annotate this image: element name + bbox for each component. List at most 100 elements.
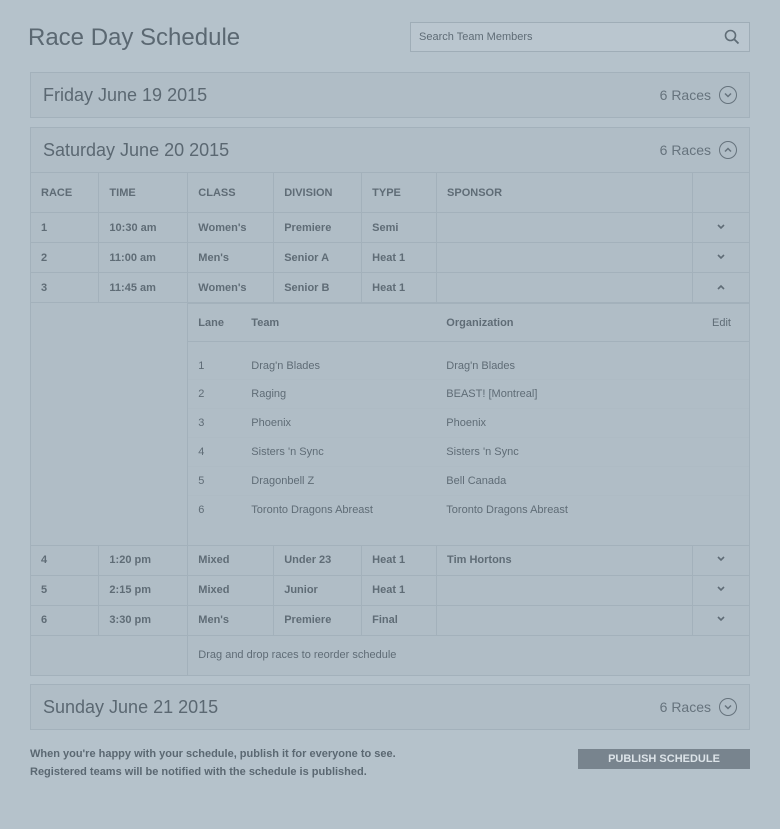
publish-instructions-line1: When you're happy with your schedule, pu…	[30, 748, 396, 760]
chevron-down-icon[interactable]	[719, 86, 737, 104]
race-number: 2	[31, 242, 99, 273]
lane-organization: Bell Canada	[436, 466, 749, 496]
publish-schedule-button[interactable]: PUBLISH SCHEDULE	[578, 749, 750, 769]
lane-team: Toronto Dragons Abreast	[241, 495, 437, 525]
chevron-down-icon[interactable]	[716, 614, 726, 626]
race-division: Senior B	[273, 272, 362, 303]
col-toggle	[691, 172, 749, 213]
chevron-up-icon[interactable]	[716, 282, 726, 294]
chevron-down-icon[interactable]	[716, 584, 726, 596]
lane-number: 3	[188, 408, 242, 438]
race-division: Under 23	[273, 544, 362, 575]
lane-row: 6 Toronto Dragons Abreast Toronto Dragon…	[188, 495, 749, 525]
race-type: Final	[361, 604, 437, 635]
race-division: Premiere	[273, 604, 362, 635]
lane-row: 1 Drag'n Blades Drag'n Blades	[188, 342, 749, 380]
race-time: 10:30 am	[98, 212, 188, 243]
race-time: 1:20 pm	[98, 544, 188, 575]
lane-team: Phoenix	[241, 408, 437, 438]
race-class: Women's	[187, 212, 274, 243]
search-input[interactable]	[411, 23, 749, 51]
race-number: 6	[31, 604, 99, 635]
race-number: 1	[31, 212, 99, 243]
race-sponsor	[436, 272, 693, 303]
lane-table: Lane Team Organization Edit 1 Drag'n Bla…	[188, 303, 749, 545]
lane-organization: BEAST! [Montreal]	[436, 379, 749, 409]
race-row[interactable]: 1 10:30 am Women's Premiere Semi	[31, 212, 749, 243]
day-title: Saturday June 20 2015	[43, 139, 230, 160]
race-sponsor	[436, 242, 693, 273]
day-title: Friday June 19 2015	[43, 84, 208, 105]
col-sponsor: SPONSOR	[436, 172, 693, 213]
day-header[interactable]: Saturday June 20 2015 6 Races	[31, 128, 749, 172]
race-row[interactable]: 3 11:45 am Women's Senior B Heat 1	[31, 272, 749, 303]
race-row[interactable]: 4 1:20 pm Mixed Under 23 Heat 1 Tim Hort…	[31, 544, 749, 575]
race-detail-row: Lane Team Organization Edit 1 Drag'n Bla…	[31, 302, 749, 545]
col-division: DIVISION	[273, 172, 362, 213]
race-count-label: 6 Races	[659, 142, 711, 158]
reorder-hint-row: Drag and drop races to reorder schedule	[31, 634, 749, 675]
lane-organization: Sisters 'n Sync	[436, 437, 749, 467]
race-class: Mixed	[187, 544, 274, 575]
search-box	[410, 22, 750, 52]
publish-instructions-line2: Registered teams will be notified with t…	[30, 766, 367, 778]
day-header[interactable]: Sunday June 21 2015 6 Races	[31, 685, 749, 729]
col-time: TIME	[98, 172, 188, 213]
col-type: TYPE	[361, 172, 437, 213]
chevron-down-icon[interactable]	[719, 698, 737, 716]
lane-row: 2 Raging BEAST! [Montreal]	[188, 379, 749, 409]
col-class: CLASS	[187, 172, 274, 213]
lane-number: 5	[188, 466, 242, 496]
race-class: Mixed	[187, 574, 274, 605]
race-type: Semi	[361, 212, 437, 243]
lane-col-team: Team	[241, 303, 437, 342]
lane-col-lane: Lane	[188, 303, 242, 342]
search-icon[interactable]	[724, 29, 740, 45]
lane-team: Dragonbell Z	[241, 466, 437, 496]
lane-number: 2	[188, 379, 242, 409]
race-type: Heat 1	[361, 242, 437, 273]
race-number: 4	[31, 544, 99, 575]
lane-col-organization: Organization	[436, 303, 631, 342]
publish-instructions: When you're happy with your schedule, pu…	[30, 745, 396, 781]
race-row[interactable]: 5 2:15 pm Mixed Junior Heat 1	[31, 574, 749, 605]
lane-number: 1	[198, 359, 205, 372]
chevron-down-icon[interactable]	[716, 222, 726, 234]
race-number: 5	[31, 574, 99, 605]
day-title: Sunday June 21 2015	[43, 696, 219, 717]
day-header[interactable]: Friday June 19 2015 6 Races	[31, 73, 749, 117]
race-count: 6 Races	[660, 141, 737, 159]
race-division: Premiere	[273, 212, 362, 243]
race-count-label: 6 Races	[659, 699, 711, 715]
lane-organization: Phoenix	[436, 408, 749, 438]
day-panel-friday: Friday June 19 2015 6 Races	[30, 72, 750, 118]
schedule-header-row: RACE TIME CLASS DIVISION TYPE SPONSOR	[31, 172, 749, 213]
lane-team: Drag'n Blades	[251, 359, 321, 372]
day-panel-saturday: Saturday June 20 2015 6 Races RACE TIME …	[30, 127, 750, 676]
race-class: Men's	[187, 604, 274, 635]
chevron-up-icon[interactable]	[719, 141, 737, 159]
lane-row: 4 Sisters 'n Sync Sisters 'n Sync	[188, 437, 749, 467]
race-division: Senior A	[273, 242, 362, 273]
chevron-down-icon[interactable]	[716, 554, 726, 566]
lane-row: 3 Phoenix Phoenix	[188, 408, 749, 438]
race-sponsor	[436, 212, 693, 243]
day-panel-sunday: Sunday June 21 2015 6 Races	[30, 684, 750, 730]
race-sponsor	[436, 604, 693, 635]
race-sponsor: Tim Hortons	[436, 544, 693, 575]
race-type: Heat 1	[361, 544, 437, 575]
race-class: Women's	[187, 272, 274, 303]
race-row[interactable]: 6 3:30 pm Men's Premiere Final	[31, 604, 749, 635]
race-number: 3	[31, 272, 99, 303]
race-time: 11:00 am	[98, 242, 188, 273]
race-row[interactable]: 2 11:00 am Men's Senior A Heat 1	[31, 242, 749, 273]
lane-number: 6	[188, 495, 242, 525]
race-time: 2:15 pm	[98, 574, 188, 605]
race-type: Heat 1	[361, 574, 437, 605]
reorder-hint: Drag and drop races to reorder schedule	[187, 634, 749, 675]
page-title: Race Day Schedule	[28, 24, 241, 51]
edit-link[interactable]: Edit	[630, 303, 749, 342]
chevron-down-icon[interactable]	[716, 252, 726, 264]
race-sponsor	[436, 574, 693, 605]
lane-team: Sisters 'n Sync	[241, 437, 437, 467]
